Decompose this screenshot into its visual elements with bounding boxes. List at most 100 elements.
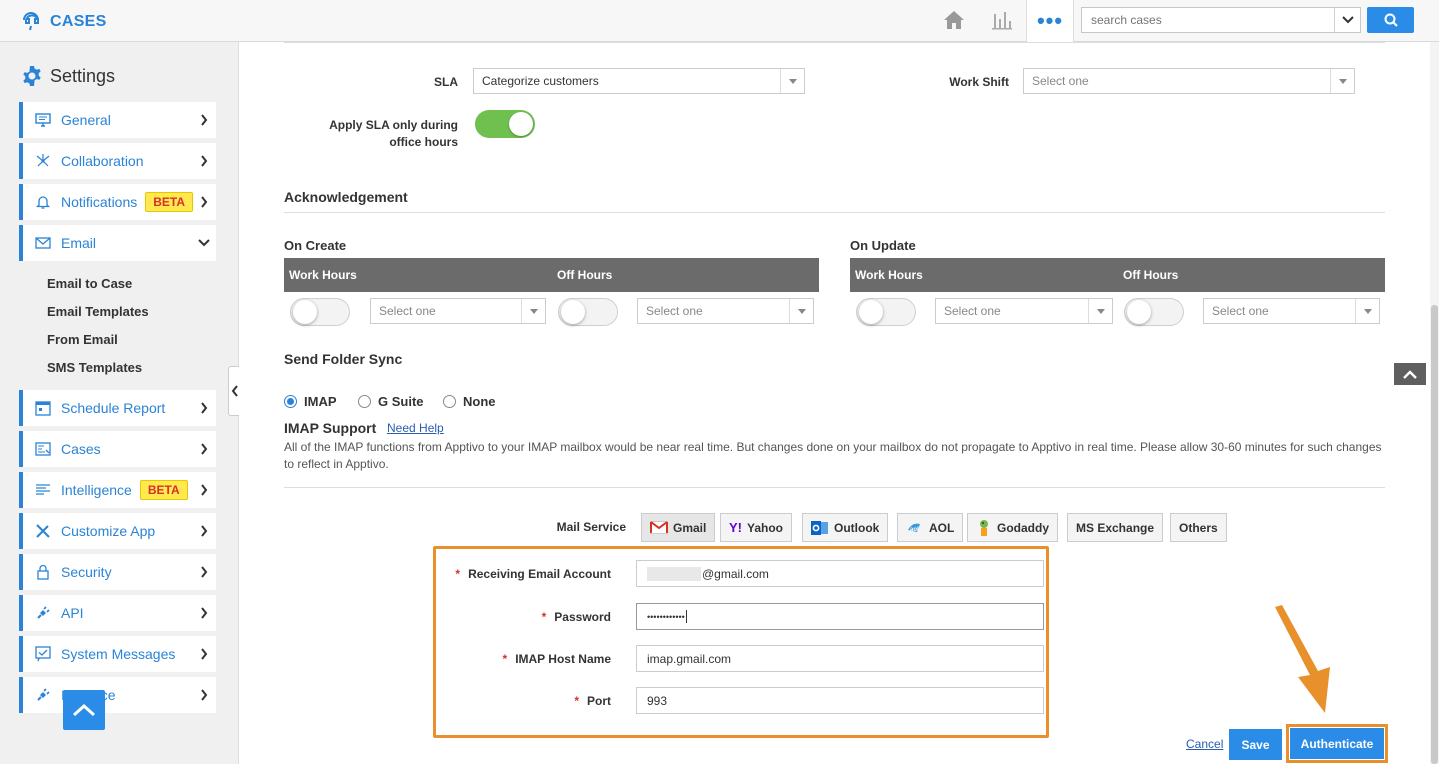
update-work-hours-select[interactable]: Select one (935, 298, 1113, 324)
app-logo[interactable]: CASES (20, 8, 107, 35)
beta-badge: BETA (145, 192, 194, 212)
dropdown-arrow-icon (1355, 299, 1379, 323)
imap-support-note: All of the IMAP functions from Apptivo t… (284, 440, 1382, 471)
mail-service-label-text: Godaddy (997, 520, 1050, 535)
email-subitem-email-to-case[interactable]: Email to Case (47, 276, 132, 291)
sidebar-item-intelligence[interactable]: Intelligence BETA (19, 472, 216, 508)
chevron-right-icon (198, 482, 210, 498)
mail-service-others[interactable]: Others (1170, 513, 1227, 542)
search-input[interactable] (1082, 8, 1334, 32)
scroll-to-top-button[interactable] (63, 690, 105, 730)
sidebar-item-interface[interactable]: Interface (19, 677, 216, 713)
radio-none[interactable]: None (443, 394, 496, 409)
radio-imap[interactable]: IMAP (284, 394, 337, 409)
scroll-up-button[interactable] (1394, 363, 1426, 385)
sidebar-item-security[interactable]: Security (19, 554, 216, 590)
save-button[interactable]: Save (1229, 729, 1282, 760)
divider (284, 212, 1385, 213)
select-value: Select one (1212, 304, 1269, 318)
search-dropdown-button[interactable] (1334, 8, 1360, 32)
home-icon[interactable] (942, 8, 966, 32)
mail-service-ms-exchange[interactable]: MS Exchange (1067, 513, 1164, 542)
sidebar-item-system-messages[interactable]: System Messages (19, 636, 216, 672)
plug-icon (35, 605, 51, 621)
update-off-hours-toggle[interactable] (1124, 298, 1184, 326)
mail-service-label-text: Outlook (834, 520, 880, 535)
update-off-hours-select[interactable]: Select one (1203, 298, 1380, 324)
receiving-email-label: * Receiving Email Account (440, 567, 611, 581)
create-off-hours-toggle[interactable] (558, 298, 618, 326)
radio-dot (443, 395, 456, 408)
chevron-right-icon (198, 441, 210, 457)
required-mark: * (574, 694, 579, 708)
sidebar-item-schedule-report[interactable]: Schedule Report (19, 390, 216, 426)
toggle-knob (859, 300, 883, 324)
chevron-right-icon (198, 523, 210, 539)
sla-select[interactable]: Categorize customers (473, 68, 805, 94)
work-shift-select[interactable]: Select one (1023, 68, 1355, 94)
password-field[interactable]: •••••••••••• (636, 603, 1044, 630)
scrollbar-thumb[interactable] (1431, 305, 1438, 764)
acknowledgement-title: Acknowledgement (284, 189, 408, 205)
calendar-icon (35, 400, 51, 416)
tools-icon (35, 523, 51, 539)
dropdown-arrow-icon (780, 69, 804, 93)
dropdown-arrow-icon (1330, 69, 1354, 93)
chevron-right-icon (198, 112, 210, 128)
imap-host-field[interactable] (636, 645, 1044, 672)
create-work-hours-toggle[interactable] (290, 298, 350, 326)
receiving-email-field[interactable]: @gmail.com (636, 560, 1044, 587)
cancel-link[interactable]: Cancel (1186, 737, 1223, 751)
email-subitem-email-templates[interactable]: Email Templates (47, 304, 149, 319)
off-hours-header: Off Hours (1123, 268, 1179, 282)
mail-service-yahoo[interactable]: Y! Yahoo (720, 513, 793, 542)
create-work-hours-select[interactable]: Select one (370, 298, 546, 324)
search-box (1081, 7, 1361, 33)
authenticate-button[interactable]: Authenticate (1290, 728, 1384, 759)
godaddy-icon (980, 519, 988, 536)
update-work-hours-toggle[interactable] (856, 298, 916, 326)
mail-service-aol[interactable]: aol AOL (897, 513, 964, 542)
imap-host-label: * IMAP Host Name (440, 652, 611, 666)
email-subitem-from-email[interactable]: From Email (47, 332, 118, 347)
chevron-right-icon (198, 646, 210, 662)
mail-service-label-text: MS Exchange (1076, 520, 1155, 535)
sidebar-item-api[interactable]: API (19, 595, 216, 631)
reports-icon[interactable] (990, 8, 1014, 32)
sidebar-item-collaboration[interactable]: Collaboration (19, 143, 216, 179)
mail-service-outlook[interactable]: Outlook (802, 513, 889, 542)
sidebar-item-email[interactable]: Email (19, 225, 216, 261)
search-button[interactable] (1367, 7, 1414, 33)
mail-service-label: Mail Service (556, 520, 626, 534)
mail-service-gmail[interactable]: Gmail (641, 513, 716, 542)
more-menu-button[interactable]: ••• (1026, 0, 1074, 42)
need-help-link[interactable]: Need Help (387, 421, 444, 435)
yahoo-icon: Y! (729, 520, 742, 535)
text-cursor (685, 610, 687, 623)
sidebar-item-label: Email (61, 235, 97, 251)
sidebar-item-customize-app[interactable]: Customize App (19, 513, 216, 549)
settings-heading: Settings (20, 64, 115, 88)
port-field[interactable] (636, 687, 1044, 714)
sidebar-item-cases[interactable]: Cases (19, 431, 216, 467)
sidebar-item-label: Intelligence (61, 482, 132, 498)
work-hours-header: Work Hours (289, 268, 357, 282)
chevron-down-icon (198, 235, 210, 251)
orange-arrow-annotation (1275, 605, 1330, 713)
sidebar-item-notifications[interactable]: Notifications BETA (19, 184, 216, 220)
apply-sla-toggle[interactable] (475, 110, 535, 138)
chevron-right-icon (198, 564, 210, 580)
cases-icon (35, 441, 51, 457)
on-update-title: On Update (850, 238, 916, 253)
radio-gsuite[interactable]: G Suite (358, 394, 424, 409)
email-subitem-sms-templates[interactable]: SMS Templates (47, 360, 142, 375)
aol-icon: aol (908, 523, 920, 533)
radio-label: IMAP (304, 394, 337, 409)
mail-service-godaddy[interactable]: Godaddy (967, 513, 1059, 542)
work-shift-select-value: Select one (1032, 74, 1089, 88)
create-off-hours-select[interactable]: Select one (637, 298, 814, 324)
password-label: * Password (440, 610, 611, 624)
app-title: CASES (50, 12, 107, 30)
mail-service-label-text: Yahoo (747, 520, 784, 535)
sidebar-item-general[interactable]: General (19, 102, 216, 138)
